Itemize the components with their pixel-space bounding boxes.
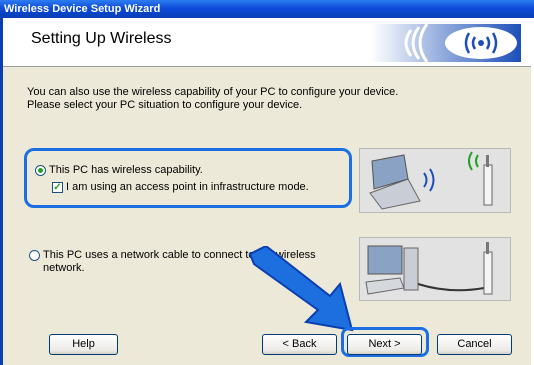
intro-line-2: Please select your PC situation to confi… — [27, 99, 303, 111]
wireless-pc-label[interactable]: This PC has wireless capability. — [49, 164, 203, 176]
title-bar: Wireless Device Setup Wizard — [0, 0, 534, 18]
wired-pc-illustration — [359, 237, 511, 301]
wireless-laptop-illustration — [359, 148, 511, 213]
pointer-arrow-icon — [248, 246, 354, 332]
help-button[interactable]: Help — [49, 334, 118, 355]
network-cable-radio[interactable] — [29, 250, 40, 261]
back-button[interactable]: < Back — [262, 334, 337, 355]
page-title: Setting Up Wireless — [31, 30, 172, 47]
access-point-label[interactable]: I am using an access point in infrastruc… — [66, 181, 309, 193]
next-button[interactable]: Next > — [347, 334, 422, 355]
wizard-header: Setting Up Wireless — [3, 18, 531, 67]
wireless-option-highlight — [24, 148, 352, 208]
network-cable-label-line-2[interactable]: network. — [43, 262, 85, 274]
intro-line-1: You can also use the wireless capability… — [27, 86, 399, 98]
wireless-signal-icon — [371, 24, 521, 62]
intro-text: You can also use the wireless capability… — [27, 86, 398, 112]
wireless-pc-radio[interactable] — [35, 165, 46, 176]
desktop-pc-icon — [365, 242, 493, 295]
laptop-icon — [369, 151, 493, 210]
access-point-checkbox[interactable]: ✓ — [52, 182, 63, 193]
cancel-button[interactable]: Cancel — [437, 334, 512, 355]
window-title: Wireless Device Setup Wizard — [4, 3, 161, 15]
